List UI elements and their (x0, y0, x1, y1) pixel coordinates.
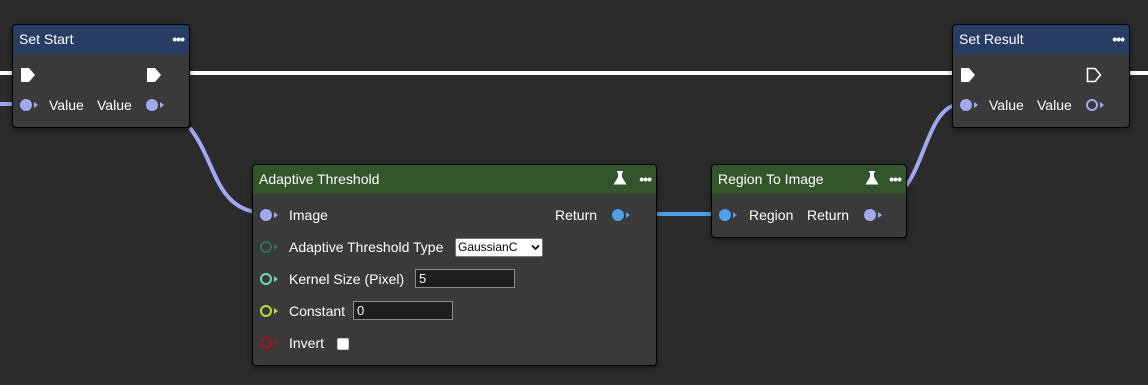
constant-input-pin[interactable] (260, 305, 272, 317)
invert-input-pin[interactable] (260, 337, 272, 349)
adaptive-threshold-node[interactable]: Adaptive Threshold ••• Image Return Adap… (252, 164, 657, 366)
type-input-pin[interactable] (260, 241, 272, 253)
threshold-type-label: Adaptive Threshold Type (289, 239, 444, 255)
return-label: Return (555, 207, 598, 223)
set-start-node[interactable]: Set Start ••• Value Value (12, 24, 190, 128)
pin-arrow-icon (274, 212, 278, 218)
pin-arrow-icon (974, 102, 978, 108)
kernel-size-label: Kernel Size (Pixel) (289, 271, 405, 287)
return-output-pin[interactable] (612, 209, 624, 221)
value-output-pin[interactable] (146, 99, 158, 111)
set-result-title: Set Result (959, 31, 1024, 47)
threshold-type-select[interactable]: GaussianC (455, 238, 543, 257)
pin-arrow-icon (274, 340, 278, 346)
exec-in-pin-icon[interactable] (960, 67, 976, 83)
set-result-header[interactable]: Set Result ••• (953, 25, 1129, 54)
pin-arrow-icon (274, 276, 278, 282)
adaptive-threshold-header[interactable]: Adaptive Threshold ••• (253, 165, 656, 194)
return-output-pin[interactable] (864, 209, 876, 221)
region-label: Region (749, 207, 794, 223)
constant-label: Constant (289, 303, 346, 319)
return-label: Return (807, 207, 850, 223)
region-to-image-title: Region To Image (718, 171, 824, 187)
image-label: Image (289, 207, 328, 223)
image-input-pin[interactable] (260, 209, 272, 221)
kernel-input-pin[interactable] (260, 273, 272, 285)
wire-start-to-threshold[interactable] (188, 126, 256, 214)
exec-out-pin-icon[interactable] (146, 67, 162, 83)
adaptive-threshold-title: Adaptive Threshold (259, 171, 380, 187)
pin-arrow-icon (733, 212, 737, 218)
pin-arrow-icon (1100, 102, 1104, 108)
flask-icon (613, 171, 627, 185)
pin-arrow-icon (34, 102, 38, 108)
region-to-image-node[interactable]: Region To Image ••• Region Return (711, 164, 907, 238)
pin-arrow-icon (274, 244, 278, 250)
pin-arrow-icon (274, 308, 278, 314)
value-output-pin[interactable] (1086, 99, 1098, 111)
more-icon[interactable]: ••• (639, 165, 652, 194)
region-input-pin[interactable] (719, 209, 731, 221)
wire-region-to-result[interactable] (904, 103, 956, 188)
invert-label: Invert (289, 335, 325, 351)
value-input-pin[interactable] (20, 99, 32, 111)
invert-checkbox[interactable] (337, 338, 349, 350)
set-start-title: Set Start (19, 31, 74, 47)
kernel-size-input[interactable] (415, 269, 515, 288)
pin-arrow-icon (160, 102, 164, 108)
exec-in-pin-icon[interactable] (20, 67, 36, 83)
region-to-image-header[interactable]: Region To Image ••• (712, 165, 906, 194)
value-input-label: Value (989, 97, 1024, 113)
value-input-label: Value (49, 97, 84, 113)
more-icon[interactable]: ••• (172, 25, 185, 54)
threshold-type-value: GaussianC (458, 240, 518, 254)
set-start-header[interactable]: Set Start ••• (13, 25, 189, 54)
constant-input[interactable] (353, 301, 453, 320)
value-output-label: Value (97, 97, 132, 113)
more-icon[interactable]: ••• (889, 165, 902, 194)
flask-icon (865, 171, 879, 185)
chevron-down-icon (531, 244, 540, 251)
pin-arrow-icon (878, 212, 882, 218)
value-input-pin[interactable] (960, 99, 972, 111)
more-icon[interactable]: ••• (1112, 25, 1125, 54)
value-output-label: Value (1037, 97, 1072, 113)
set-result-node[interactable]: Set Result ••• Value Value (952, 24, 1130, 128)
pin-arrow-icon (626, 212, 630, 218)
exec-out-pin-icon[interactable] (1086, 67, 1102, 83)
